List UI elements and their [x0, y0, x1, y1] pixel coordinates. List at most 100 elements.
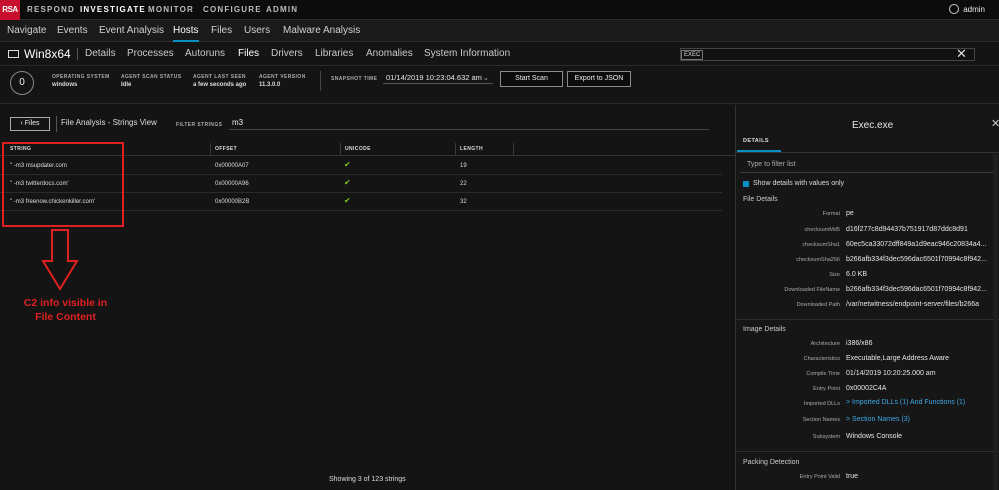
divider [736, 319, 999, 320]
tab-libraries[interactable]: Libraries [315, 42, 353, 66]
topnav-monitor[interactable]: MONITOR [148, 0, 194, 20]
nav-malware-analysis[interactable]: Malware Analysis [283, 20, 360, 42]
annotation-box [2, 142, 124, 227]
file-details-heading: File Details [743, 196, 778, 203]
detail-key: Subsystem [812, 434, 840, 440]
detail-key: checksumSha1 [802, 242, 840, 248]
tab-drivers[interactable]: Drivers [271, 42, 303, 66]
nav-event-analysis[interactable]: Event Analysis [99, 20, 164, 42]
topnav-configure[interactable]: CONFIGURE [203, 0, 262, 20]
show-values-label: Show details with values only [753, 180, 845, 187]
os-label: OPERATING SYSTEM [52, 74, 110, 80]
col-divider [455, 143, 456, 155]
detail-key: Size [829, 272, 840, 278]
detail-key: Characteristics [803, 356, 840, 362]
back-label: Files [24, 120, 40, 127]
snapshot-label: SNAPSHOT TIME [331, 76, 378, 82]
detail-key: checksumSha256 [796, 257, 840, 263]
tab-processes[interactable]: Processes [127, 42, 174, 66]
col-divider [513, 143, 514, 155]
image-details-heading: Image Details [743, 326, 786, 333]
offset-cell: 0x00000B2B [215, 199, 250, 205]
tab-details-panel[interactable]: DETAILS [743, 138, 769, 144]
detail-key: Downloaded Path [796, 302, 840, 308]
detail-value: pe [846, 210, 854, 217]
check-icon: ✔ [344, 178, 351, 187]
investigate-nav: Navigate Events Event Analysis Hosts Fil… [0, 20, 999, 42]
length-cell: 32 [460, 199, 467, 205]
divider [736, 152, 999, 153]
offset-cell: 0x00000A96 [215, 181, 249, 187]
snapshot-select[interactable]: 01/14/2019 10:23:04.632 am ⌄ [383, 71, 493, 84]
nav-navigate[interactable]: Navigate [7, 20, 46, 42]
detail-value: Windows Console [846, 433, 903, 440]
detail-key: Compile Time [806, 371, 840, 377]
os-value: windows [52, 82, 78, 88]
detail-value: /var/netwitness/endpoint-server/files/b2… [846, 301, 980, 308]
nav-hosts[interactable]: Hosts [173, 20, 199, 42]
col-divider [340, 143, 341, 155]
nav-files[interactable]: Files [211, 20, 232, 42]
details-title: Exec.exe [852, 120, 894, 131]
export-json-button[interactable]: Export to JSON [567, 71, 631, 87]
tab-system-information[interactable]: System Information [424, 42, 510, 66]
detail-key: Imported DLLs [803, 401, 840, 407]
col-length[interactable]: LENGTH [460, 146, 483, 152]
close-icon[interactable]: ✕ [956, 46, 967, 62]
topnav-respond[interactable]: RESPOND [27, 0, 75, 20]
detail-value: 60ec5ca33072dff849a1d9eac946c20834a4... [846, 241, 987, 248]
tab-details[interactable]: Details [85, 42, 116, 66]
annotation-text: C2 info visible in File Content [23, 297, 108, 323]
nav-events[interactable]: Events [57, 20, 88, 42]
snapshot-value: 01/14/2019 10:23:04.632 am [386, 73, 482, 82]
col-divider [210, 143, 211, 155]
user-name: admin [963, 5, 985, 14]
agent-status-value: Idle [121, 82, 132, 88]
offset-cell: 0x00000A07 [215, 163, 249, 169]
filter-strings-input[interactable]: m3 [229, 116, 709, 130]
search-badge[interactable]: EXEC [681, 50, 704, 60]
risk-score: 0 [10, 71, 34, 95]
detail-key: Entry Point Valid [799, 474, 840, 480]
back-to-files-button[interactable]: ‹ Files [10, 117, 50, 131]
detail-value: 6.0 KB [846, 271, 868, 278]
host-name-text: Win8x64 [24, 47, 71, 61]
tab-anomalies[interactable]: Anomalies [366, 42, 413, 66]
col-offset[interactable]: OFFSET [215, 146, 237, 152]
imported-dlls-link[interactable]: > Imported DLLs (1) And Functions (1) [846, 399, 965, 406]
tab-files[interactable]: Files [238, 42, 259, 66]
details-scrollbar[interactable] [993, 154, 998, 490]
strings-count: Showing 3 of 123 strings [329, 476, 406, 483]
detail-value: i386/x86 [846, 340, 873, 347]
host-name: Win8x64 [8, 42, 71, 66]
tab-autoruns[interactable]: Autoruns [185, 42, 225, 66]
check-icon: ✔ [344, 196, 351, 205]
check-icon: ✔ [344, 160, 351, 169]
detail-value: b266afb334f3dec596dac6501f70994c8f942... [846, 286, 987, 293]
detail-value: d16f277c8d94437b751917d87ddc8d91 [846, 226, 968, 233]
topnav-admin[interactable]: ADMIN [266, 0, 298, 20]
filter-list-input[interactable]: Type to filter list [740, 156, 996, 173]
length-cell: 22 [460, 181, 467, 187]
start-scan-button[interactable]: Start Scan [500, 71, 563, 87]
divider [320, 71, 321, 91]
show-values-checkbox[interactable] [743, 181, 749, 187]
detail-value: Executable,Large Address Aware [846, 355, 949, 362]
agent-status-label: AGENT SCAN STATUS [121, 74, 182, 80]
user-menu[interactable]: admin [949, 0, 985, 20]
topnav-investigate[interactable]: INVESTIGATE [80, 0, 146, 20]
nav-users[interactable]: Users [244, 20, 270, 42]
detail-value: true [846, 473, 859, 480]
col-unicode[interactable]: UNICODE [345, 146, 371, 152]
top-bar: RSA RESPOND INVESTIGATE MONITOR CONFIGUR… [0, 0, 999, 20]
detail-value: 0x00002C4A [846, 385, 887, 392]
chevron-down-icon: ⌄ [482, 73, 489, 82]
section-names-link[interactable]: > Section Names (3) [846, 416, 910, 423]
search-input[interactable] [680, 48, 975, 61]
annotation-arrow-icon [41, 229, 79, 291]
detail-key: Format [822, 211, 840, 217]
close-panel-icon[interactable]: ✕ [991, 117, 999, 130]
rsa-logo: RSA [0, 0, 20, 20]
divider [56, 116, 57, 132]
user-icon [949, 3, 960, 14]
